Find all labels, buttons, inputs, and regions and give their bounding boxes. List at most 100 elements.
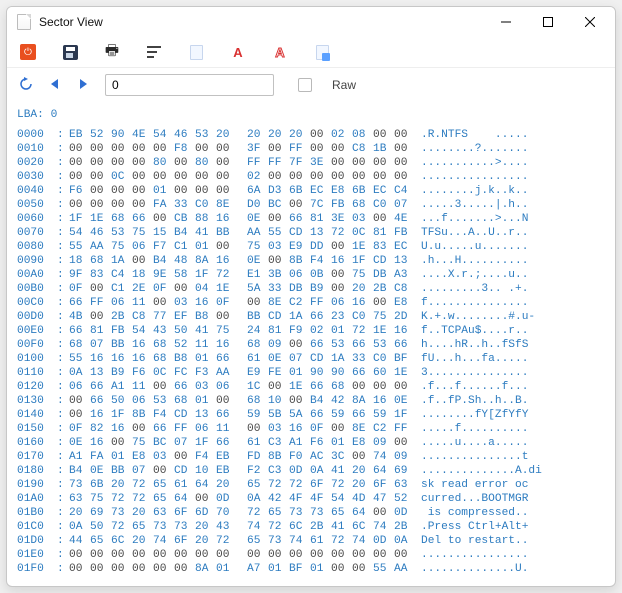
hex-cell[interactable]: 00 — [331, 156, 352, 170]
hex-cell[interactable]: 6C — [352, 520, 373, 534]
hex-cell[interactable]: 01 — [310, 562, 331, 576]
hex-cell[interactable]: 00 — [90, 184, 111, 198]
hex-cell[interactable]: 52 — [90, 128, 111, 142]
hex-cell[interactable]: FF — [310, 296, 331, 310]
hex-cell[interactable]: 68 — [174, 394, 195, 408]
hex-cell[interactable]: 00 — [394, 170, 415, 184]
hex-cell[interactable]: 0E — [247, 212, 268, 226]
hex-cell[interactable]: 16 — [216, 254, 237, 268]
hex-cell[interactable]: 81 — [373, 226, 394, 240]
hex-cell[interactable]: 7C — [310, 198, 331, 212]
hex-cell[interactable]: 41 — [195, 226, 216, 240]
raw-checkbox[interactable] — [298, 78, 312, 92]
hex-cell[interactable]: 54 — [153, 128, 174, 142]
hex-cell[interactable]: 73 — [310, 506, 331, 520]
hex-cell[interactable]: 72 — [132, 478, 153, 492]
hex-cell[interactable]: BC — [153, 436, 174, 450]
hex-cell[interactable]: C0 — [195, 198, 216, 212]
hex-cell[interactable]: 68 — [69, 338, 90, 352]
hex-cell[interactable]: 00 — [394, 548, 415, 562]
hex-cell[interactable]: 90 — [310, 366, 331, 380]
hex-cell[interactable]: 03 — [174, 296, 195, 310]
hex-cell[interactable]: 00 — [268, 170, 289, 184]
print-button[interactable]: 🖶 — [103, 43, 121, 61]
hex-cell[interactable]: 02 — [331, 128, 352, 142]
hex-cell[interactable]: 72 — [216, 268, 237, 282]
hex-cell[interactable]: 00 — [352, 548, 373, 562]
hex-cell[interactable]: 00 — [373, 548, 394, 562]
hex-cell[interactable]: 16 — [289, 422, 310, 436]
hex-cell[interactable]: EB — [216, 464, 237, 478]
hex-cell[interactable]: 00 — [268, 212, 289, 226]
hex-cell[interactable]: 63 — [69, 492, 90, 506]
hex-cell[interactable]: 10 — [268, 394, 289, 408]
hex-cell[interactable]: 0F — [69, 282, 90, 296]
hex-cell[interactable]: 66 — [352, 366, 373, 380]
hex-cell[interactable]: 16 — [90, 408, 111, 422]
hex-cell[interactable]: 00 — [352, 380, 373, 394]
hex-cell[interactable]: 00 — [195, 184, 216, 198]
hex-cell[interactable]: 00 — [132, 184, 153, 198]
hex-cell[interactable]: F7 — [153, 240, 174, 254]
hex-cell[interactable]: 44 — [69, 534, 90, 548]
hex-cell[interactable]: FB — [331, 198, 352, 212]
hex-cell[interactable]: C8 — [394, 282, 415, 296]
hex-cell[interactable]: 74 — [289, 534, 310, 548]
hex-cell[interactable]: 69 — [90, 506, 111, 520]
hex-cell[interactable]: 73 — [111, 506, 132, 520]
hex-cell[interactable]: 00 — [69, 408, 90, 422]
hex-cell[interactable]: 68 — [247, 338, 268, 352]
hex-cell[interactable]: 02 — [247, 170, 268, 184]
hex-cell[interactable]: 00 — [90, 548, 111, 562]
hex-cell[interactable]: FB — [394, 226, 415, 240]
hex-cell[interactable]: AA — [247, 226, 268, 240]
hex-cell[interactable]: 01 — [216, 562, 237, 576]
hex-cell[interactable]: 7F — [289, 156, 310, 170]
hex-cell[interactable]: CD — [268, 310, 289, 324]
hex-cell[interactable]: 00 — [373, 128, 394, 142]
hex-cell[interactable]: 55 — [69, 352, 90, 366]
hex-cell[interactable]: 1E — [352, 240, 373, 254]
hex-cell[interactable]: 00 — [90, 562, 111, 576]
hex-cell[interactable]: 01 — [289, 366, 310, 380]
hex-cell[interactable]: 1A — [111, 254, 132, 268]
hex-cell[interactable]: 00 — [195, 170, 216, 184]
hex-cell[interactable]: 33 — [268, 282, 289, 296]
hex-cell[interactable]: 61 — [310, 534, 331, 548]
hex-cell[interactable]: 5B — [268, 408, 289, 422]
hex-cell[interactable]: 00 — [111, 184, 132, 198]
hex-cell[interactable]: 18 — [69, 254, 90, 268]
hex-cell[interactable]: 03 — [268, 422, 289, 436]
hex-cell[interactable]: F2 — [247, 464, 268, 478]
hex-cell[interactable]: EC — [373, 184, 394, 198]
hex-cell[interactable]: 00 — [174, 282, 195, 296]
hex-cell[interactable]: 58 — [174, 268, 195, 282]
hex-cell[interactable]: 00 — [373, 296, 394, 310]
hex-cell[interactable]: 00 — [331, 142, 352, 156]
hex-cell[interactable]: 00 — [394, 436, 415, 450]
hex-cell[interactable]: 0D — [394, 506, 415, 520]
hex-cell[interactable]: CD — [289, 226, 310, 240]
hex-cell[interactable]: 3C — [331, 450, 352, 464]
hex-cell[interactable]: 16 — [331, 254, 352, 268]
save-button[interactable] — [61, 43, 79, 61]
hex-cell[interactable]: 73 — [69, 478, 90, 492]
hex-cell[interactable]: 77 — [153, 310, 174, 324]
hex-cell[interactable]: 00 — [132, 254, 153, 268]
hex-cell[interactable]: 68 — [352, 198, 373, 212]
hex-cell[interactable]: 6F — [373, 478, 394, 492]
hex-cell[interactable]: 65 — [90, 534, 111, 548]
hex-cell[interactable]: 0A — [394, 534, 415, 548]
hex-cell[interactable]: BB — [216, 226, 237, 240]
hex-cell[interactable]: 00 — [90, 282, 111, 296]
hex-cell[interactable]: 8E — [352, 422, 373, 436]
hex-cell[interactable]: EF — [174, 310, 195, 324]
hex-cell[interactable]: 00 — [174, 450, 195, 464]
hex-cell[interactable]: BF — [394, 352, 415, 366]
hex-cell[interactable]: 65 — [247, 478, 268, 492]
hex-cell[interactable]: 64 — [352, 506, 373, 520]
hex-cell[interactable]: 72 — [111, 520, 132, 534]
hex-cell[interactable]: 4F — [289, 492, 310, 506]
hex-cell[interactable]: F9 — [289, 324, 310, 338]
hex-cell[interactable]: 16 — [90, 436, 111, 450]
